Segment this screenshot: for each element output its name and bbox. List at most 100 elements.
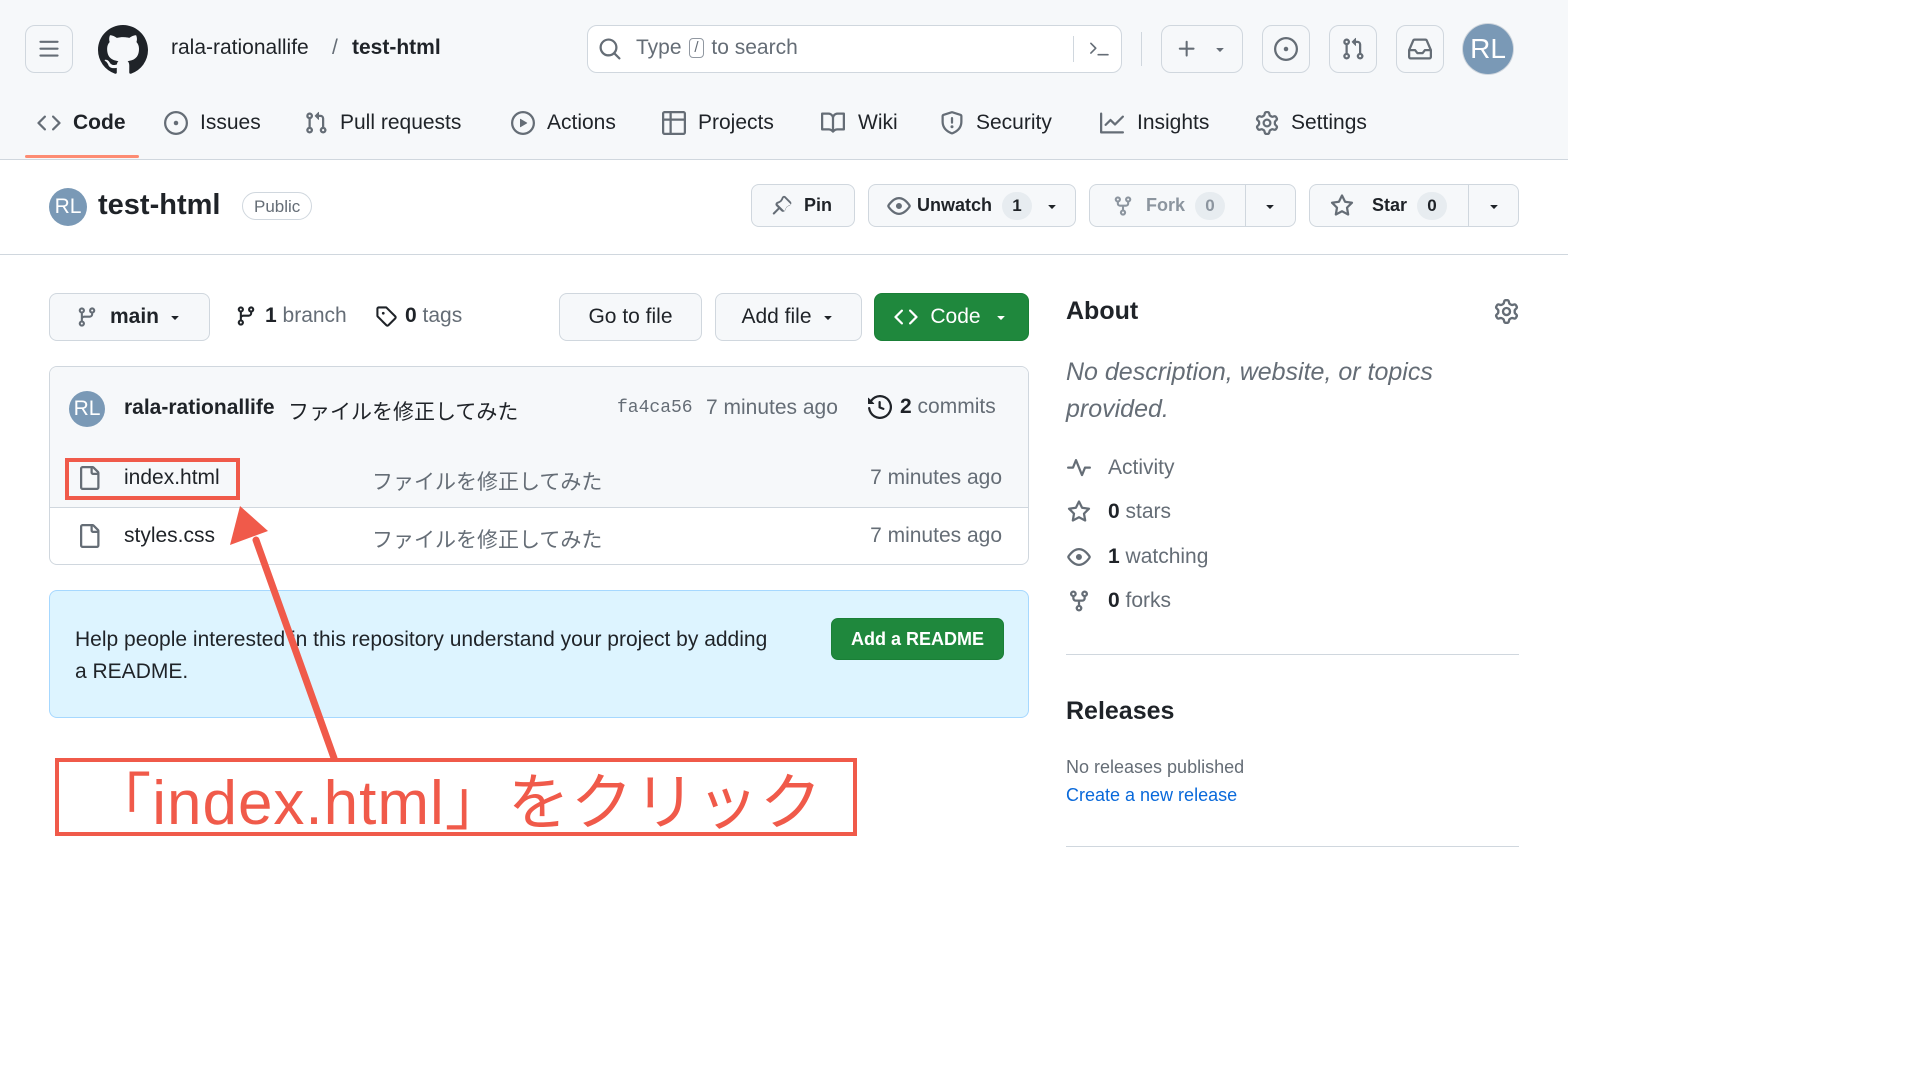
tab-label: Code <box>73 111 126 134</box>
hamburger-icon <box>38 38 60 60</box>
commit-sha-link[interactable]: fa4ca56 <box>617 398 693 418</box>
unwatch-button[interactable]: Unwatch 1 <box>868 184 1076 227</box>
commits-history-link[interactable]: 2 commits <box>868 395 996 419</box>
tab-label: Issues <box>200 111 261 134</box>
code-dropdown-button[interactable]: Code <box>874 293 1029 341</box>
file-name-link[interactable]: styles.css <box>124 524 215 548</box>
star-button[interactable]: Star 0 <box>1309 184 1519 227</box>
stars-link[interactable]: 0 stars <box>1066 497 1171 527</box>
tab-issues[interactable]: Issues <box>164 104 261 142</box>
eye-icon <box>887 194 911 218</box>
forks-word: forks <box>1125 589 1172 612</box>
add-readme-button[interactable]: Add a README <box>831 618 1004 660</box>
user-avatar[interactable]: RL <box>1463 24 1513 74</box>
commit-message-link[interactable]: ファイルを修正してみた <box>288 396 518 426</box>
tab-insights[interactable]: Insights <box>1099 104 1209 142</box>
file-commit-message[interactable]: ファイルを修正してみた <box>372 466 602 496</box>
star-count: 0 <box>1417 191 1448 220</box>
star-label: Star <box>1372 195 1408 215</box>
tag-icon <box>375 305 397 327</box>
activity-label: Activity <box>1108 456 1175 479</box>
watchers-link[interactable]: 1 watching <box>1066 542 1208 572</box>
triangle-down-icon <box>1044 198 1060 214</box>
go-to-file-label: Go to file <box>588 305 673 328</box>
watching-count: 1 <box>1108 545 1120 568</box>
tab-actions[interactable]: Actions <box>511 104 616 142</box>
tab-label: Settings <box>1291 111 1367 134</box>
branch-select-button[interactable]: main <box>49 293 210 341</box>
create-new-button[interactable] <box>1161 25 1243 73</box>
releases-heading[interactable]: Releases <box>1066 697 1174 726</box>
owner-link[interactable]: rala-rationallife <box>171 36 309 60</box>
file-commit-message[interactable]: ファイルを修正してみた <box>372 524 602 554</box>
file-row[interactable]: styles.css ファイルを修正してみた 7 minutes ago <box>50 508 1028 564</box>
visibility-badge: Public <box>242 192 313 220</box>
command-palette-icon[interactable] <box>1086 36 1112 62</box>
tab-label: Wiki <box>858 111 898 134</box>
commit-author-avatar[interactable]: RL <box>69 391 105 427</box>
about-description: No description, website, or topics provi… <box>1066 358 1433 423</box>
tag-count-number: 0 <box>405 304 417 327</box>
gear-icon[interactable] <box>1494 299 1519 324</box>
gear-icon <box>1255 111 1279 135</box>
tab-projects[interactable]: Projects <box>662 104 774 142</box>
readme-callout: Help people interested in this repositor… <box>49 590 1029 718</box>
commit-count: 2 <box>900 395 912 418</box>
pin-label: Pin <box>804 195 833 215</box>
triangle-down-icon <box>1486 198 1502 214</box>
repo-owner-avatar[interactable]: RL <box>49 188 87 226</box>
header-divider <box>1141 32 1142 66</box>
menu-button[interactable] <box>25 25 73 73</box>
tab-security[interactable]: Security <box>940 104 1052 142</box>
pin-button[interactable]: Pin <box>751 184 855 227</box>
repo-title[interactable]: test-html <box>98 189 220 222</box>
file-icon <box>77 524 101 548</box>
tab-settings[interactable]: Settings <box>1255 104 1367 142</box>
tab-label: Projects <box>698 111 774 134</box>
repo-link[interactable]: test-html <box>352 36 441 60</box>
triangle-down-icon <box>1212 41 1228 57</box>
file-commit-time: 7 minutes ago <box>870 466 1002 489</box>
watch-count: 1 <box>1002 191 1033 220</box>
watching-word: watching <box>1125 545 1209 568</box>
no-releases-text: No releases published <box>1066 757 1245 777</box>
latest-commit-row: RL rala-rationallife ファイルを修正してみた fa4ca56… <box>50 367 1028 451</box>
add-file-button[interactable]: Add file <box>715 293 862 341</box>
create-release-link[interactable]: Create a new release <box>1066 785 1237 806</box>
go-to-file-button[interactable]: Go to file <box>559 293 702 341</box>
history-icon <box>868 395 892 419</box>
github-logo-icon[interactable] <box>98 25 148 75</box>
pulse-icon <box>1066 456 1092 480</box>
add-file-label: Add file <box>741 305 812 328</box>
fork-count: 0 <box>1195 191 1226 220</box>
your-issues-button[interactable] <box>1262 25 1310 73</box>
play-icon <box>511 111 535 135</box>
star-icon <box>1330 193 1354 218</box>
commit-word: commits <box>917 395 996 418</box>
plus-icon <box>1176 38 1198 60</box>
table-icon <box>662 111 686 135</box>
annotation-text: 「index.html」をクリック <box>89 769 823 838</box>
tab-label: Actions <box>547 111 616 134</box>
search-suffix: to search <box>711 36 798 59</box>
search-placeholder: Type / to search <box>636 36 798 60</box>
commit-time: 7 minutes ago <box>706 396 838 419</box>
commit-author-link[interactable]: rala-rationallife <box>124 396 275 420</box>
your-pull-requests-button[interactable] <box>1329 25 1377 73</box>
branches-link[interactable]: 1 branch <box>235 304 347 328</box>
search-divider <box>1073 36 1074 62</box>
tab-wiki[interactable]: Wiki <box>820 104 898 142</box>
tags-link[interactable]: 0 tags <box>375 304 462 328</box>
stars-word: stars <box>1125 500 1172 523</box>
notifications-button[interactable] <box>1396 25 1444 73</box>
tab-code[interactable]: Code <box>37 104 126 142</box>
branch-count-number: 1 <box>265 304 277 327</box>
tab-pull-requests[interactable]: Pull requests <box>304 104 461 142</box>
forks-link[interactable]: 0 forks <box>1066 586 1171 616</box>
activity-link[interactable]: Activity <box>1066 453 1175 483</box>
fork-button[interactable]: Fork 0 <box>1089 184 1296 227</box>
issue-opened-icon <box>164 111 188 135</box>
graph-icon <box>1099 111 1125 135</box>
breadcrumb-separator: / <box>332 36 338 59</box>
issue-opened-icon <box>1274 37 1298 61</box>
